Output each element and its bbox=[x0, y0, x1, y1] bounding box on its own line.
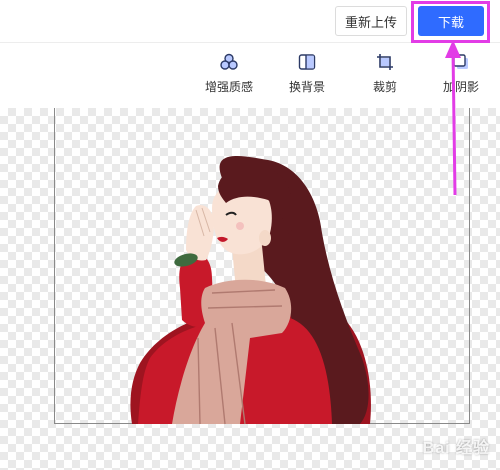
crop-icon bbox=[377, 54, 393, 70]
tool-crop[interactable]: 裁剪 bbox=[373, 53, 397, 99]
watermark: Bai 经验 bbox=[422, 440, 490, 457]
tool-enhance-label: 增强质感 bbox=[205, 80, 254, 94]
download-button[interactable]: 下载 bbox=[418, 6, 484, 36]
tool-shadow-label: 加阴影 bbox=[443, 80, 480, 94]
reupload-button[interactable]: 重新上传 bbox=[335, 6, 407, 36]
tool-replace-background-label: 换背景 bbox=[289, 80, 326, 94]
tool-enhance[interactable]: 增强质感 bbox=[205, 53, 253, 99]
tool-shadow[interactable]: 加阴影 bbox=[443, 53, 479, 99]
edit-toolbar: 增强质感 换背景 裁剪 加阴影 bbox=[0, 43, 500, 107]
tool-replace-background[interactable]: 换背景 bbox=[289, 53, 325, 99]
top-bar: 重新上传 下载 bbox=[0, 0, 500, 43]
tool-crop-label: 裁剪 bbox=[373, 80, 398, 94]
replace-background-icon bbox=[298, 54, 316, 70]
enhance-icon bbox=[220, 53, 238, 70]
shadow-icon bbox=[453, 54, 468, 69]
cutout-illustration bbox=[130, 155, 371, 425]
image-canvas[interactable]: Bai 经验 bbox=[0, 108, 500, 470]
